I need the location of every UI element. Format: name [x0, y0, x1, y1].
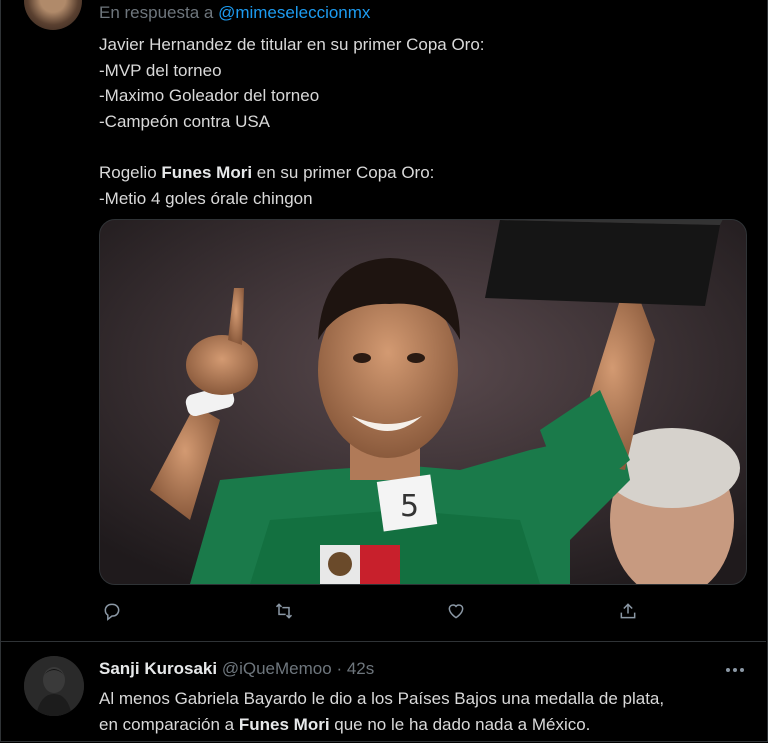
- reply-bold-name: Funes Mori: [238, 714, 330, 734]
- tweet-line: Rogelio Funes Mori en su primer Copa Oro…: [99, 160, 485, 186]
- tweet-line: -Maximo Goleador del torneo: [99, 86, 320, 106]
- reply-text: Al menos Gabriela Bayardo le dio a los P…: [99, 686, 664, 737]
- like-icon[interactable]: [443, 598, 469, 624]
- reply-timestamp[interactable]: 42s: [347, 659, 374, 678]
- reply-header: Sanji Kurosaki @iQueMemoo · 42s: [99, 659, 374, 679]
- more-options-icon[interactable]: [722, 660, 748, 680]
- tweet-text-segment: en su primer Copa Oro:: [252, 162, 435, 182]
- tweet-bold-name: Funes Mori: [161, 162, 253, 182]
- share-icon[interactable]: [615, 598, 641, 624]
- reply-handle-link[interactable]: @mimeseleccionmx: [218, 3, 370, 22]
- reply-author-name[interactable]: Sanji Kurosaki: [99, 659, 217, 678]
- reply-line: en comparación a Funes Mori que no le ha…: [99, 712, 664, 738]
- jersey-number: 5: [400, 489, 419, 524]
- tweet-line: -Metio 4 goles órale chingon: [99, 188, 313, 208]
- reply-context: En respuesta a @mimeseleccionmx: [99, 3, 370, 23]
- tweet-line: -Campeón contra USA: [99, 111, 271, 131]
- tweet-line: -MVP del torneo: [99, 60, 222, 80]
- tweet-photo[interactable]: 5: [99, 219, 747, 585]
- reply-author-handle[interactable]: @iQueMemoo: [222, 659, 332, 678]
- retweet-icon[interactable]: [271, 598, 297, 624]
- reply-prefix: En respuesta a: [99, 3, 219, 22]
- photo-illustration: 5: [100, 220, 746, 584]
- reply-text-segment: en comparación a: [99, 714, 239, 734]
- reply-text-segment: que no le ha dado nada a México.: [329, 714, 591, 734]
- reply-line: Al menos Gabriela Bayardo le dio a los P…: [99, 689, 665, 708]
- tweet-line: Javier Hernandez de titular en su primer…: [99, 35, 485, 54]
- reply-author-avatar[interactable]: [24, 656, 84, 716]
- tweet-divider: [0, 641, 766, 642]
- reply-icon[interactable]: [99, 598, 125, 624]
- tweet-text: Javier Hernandez de titular en su primer…: [99, 32, 485, 211]
- tweet-text-segment: Rogelio: [99, 162, 162, 182]
- dot-separator: ·: [336, 659, 343, 678]
- tweet-actions: [99, 598, 745, 624]
